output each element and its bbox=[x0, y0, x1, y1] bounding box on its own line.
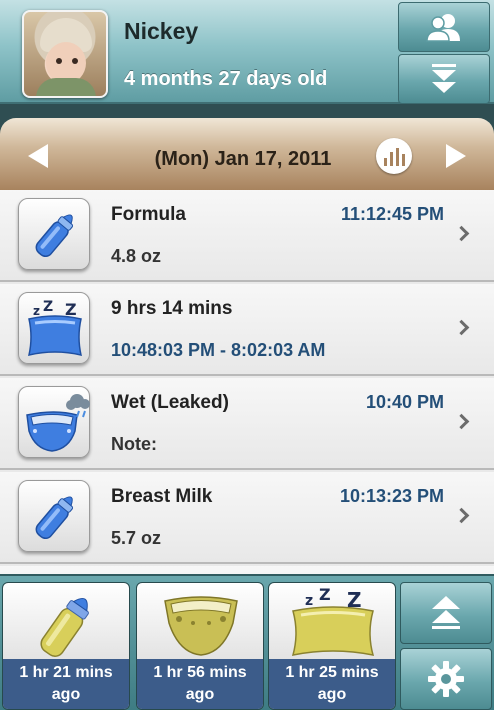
entry-title: Formula bbox=[111, 204, 186, 225]
chevron-right-icon bbox=[453, 225, 470, 242]
svg-text:Z: Z bbox=[347, 588, 362, 612]
svg-text:z: z bbox=[33, 304, 40, 318]
time-since-suffix: ago bbox=[185, 686, 215, 703]
double-chevron-down-icon bbox=[432, 64, 456, 93]
sleep-pillow-icon: z Z Z bbox=[18, 292, 90, 364]
svg-text:Z: Z bbox=[65, 300, 77, 319]
bottle-icon bbox=[40, 597, 89, 657]
baby-name: Nickey bbox=[124, 18, 199, 44]
entries-list: Formula 11:12:45 PM 4.8 oz z Z Z 9 hrs 1… bbox=[0, 190, 494, 574]
time-since-value: 1 hr 21 mins bbox=[19, 664, 113, 681]
date-bar-inner: (Mon) Jan 17, 2011 bbox=[0, 118, 494, 190]
chevron-right-icon bbox=[453, 319, 470, 336]
time-since-label: 1 hr 56 mins ago bbox=[137, 659, 263, 709]
profiles-button[interactable] bbox=[398, 2, 490, 52]
entry-title: Wet (Leaked) bbox=[111, 392, 229, 413]
chevron-right-icon bbox=[453, 507, 470, 524]
avatar[interactable] bbox=[22, 10, 108, 98]
quick-diaper-button[interactable]: 1 hr 56 mins ago bbox=[136, 582, 264, 710]
time-since-suffix: ago bbox=[51, 686, 81, 703]
svg-text:Z: Z bbox=[43, 299, 53, 315]
quick-bottle-button[interactable]: 1 hr 21 mins ago bbox=[2, 582, 130, 710]
baby-age: 4 months 27 days old bbox=[124, 68, 328, 90]
triangle-right-icon[interactable] bbox=[446, 144, 466, 168]
entry-detail: Note: bbox=[111, 434, 157, 454]
double-chevron-up-icon bbox=[432, 596, 460, 629]
list-item[interactable]: Formula 11:12:45 PM 4.8 oz bbox=[0, 190, 494, 282]
quick-sleep-button[interactable]: z Z Z 1 hr 25 mins ago bbox=[268, 582, 396, 710]
wet-diaper-icon bbox=[18, 386, 90, 458]
collapse-button[interactable] bbox=[398, 54, 490, 104]
quick-add-bar: 1 hr 21 mins ago 1 hr 56 mins ago z Z Z … bbox=[0, 574, 494, 710]
entry-detail: 10:48:03 PM - 8:02:03 AM bbox=[111, 340, 326, 360]
list-item[interactable]: z Z Z 9 hrs 14 mins 10:48:03 PM - 8:02:0… bbox=[0, 284, 494, 376]
entry-title: Breast Milk bbox=[111, 486, 213, 507]
entry-time: 10:13:23 PM bbox=[339, 486, 444, 506]
time-since-value: 1 hr 56 mins bbox=[153, 664, 247, 681]
people-icon bbox=[426, 14, 460, 42]
time-since-value: 1 hr 25 mins bbox=[285, 664, 379, 681]
list-item[interactable]: Wet (Leaked) 10:40 PM Note: bbox=[0, 378, 494, 470]
entry-time: 11:12:45 PM bbox=[340, 204, 444, 224]
settings-button[interactable] bbox=[400, 648, 492, 710]
header: Nickey 4 months 27 days old bbox=[0, 0, 494, 104]
bottle-icon bbox=[18, 198, 90, 270]
diaper-icon bbox=[164, 596, 238, 656]
scroll-up-button[interactable] bbox=[400, 582, 492, 644]
list-item[interactable] bbox=[0, 566, 494, 574]
sleep-pillow-icon: z Z Z bbox=[291, 585, 375, 656]
time-since-suffix: ago bbox=[317, 686, 347, 703]
bar-chart-icon[interactable] bbox=[376, 138, 412, 174]
entry-detail: 4.8 oz bbox=[111, 246, 162, 266]
svg-text:z: z bbox=[305, 593, 313, 609]
svg-text:Z: Z bbox=[319, 585, 331, 604]
gear-icon bbox=[428, 661, 464, 697]
time-since-label: 1 hr 25 mins ago bbox=[269, 659, 395, 709]
date-bar: (Mon) Jan 17, 2011 bbox=[0, 104, 494, 190]
entry-detail: 5.7 oz bbox=[111, 528, 162, 548]
current-date: (Mon) Jan 17, 2011 bbox=[154, 148, 332, 170]
chevron-right-icon bbox=[453, 413, 470, 430]
entry-time: 10:40 PM bbox=[365, 392, 444, 412]
entry-title: 9 hrs 14 mins bbox=[111, 298, 233, 319]
list-item[interactable]: Breast Milk 10:13:23 PM 5.7 oz bbox=[0, 472, 494, 564]
bottle-icon bbox=[18, 480, 90, 552]
time-since-label: 1 hr 21 mins ago bbox=[3, 659, 129, 709]
